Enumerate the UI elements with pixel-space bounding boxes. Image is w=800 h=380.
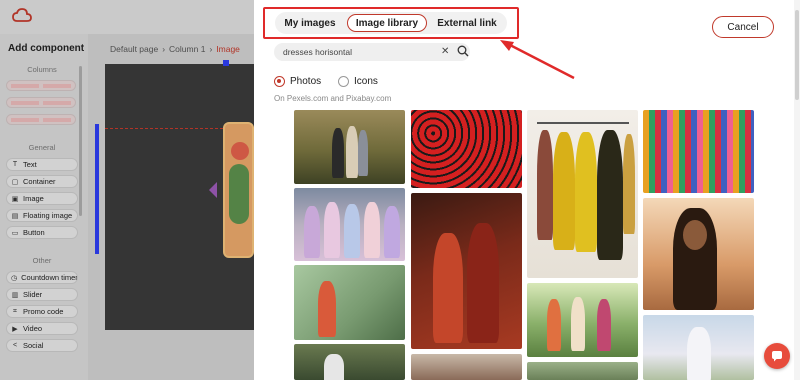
library-image-tile[interactable] <box>294 188 405 261</box>
radio-photos[interactable]: Photos <box>274 76 321 87</box>
radio-icons-label: Icons <box>354 76 378 87</box>
chat-bubble-icon <box>772 351 782 362</box>
chat-support-button[interactable] <box>764 343 790 369</box>
library-image-tile[interactable] <box>643 110 754 193</box>
library-image-tile[interactable] <box>527 283 638 357</box>
library-image-tile[interactable] <box>294 344 405 380</box>
search-icon[interactable] <box>457 45 469 57</box>
library-image-tile[interactable] <box>411 110 522 188</box>
library-image-tile[interactable] <box>643 198 754 310</box>
library-image-tile[interactable] <box>411 193 522 349</box>
annotation-highlight-box <box>263 7 519 39</box>
image-source-note: On Pexels.com and Pixabay.com <box>274 94 392 103</box>
modal-scrollbar[interactable] <box>794 0 800 380</box>
image-search-bar: ✕ <box>274 43 470 61</box>
library-image-tile[interactable] <box>527 362 638 380</box>
search-input[interactable] <box>283 45 433 59</box>
scrollbar-thumb[interactable] <box>795 10 799 100</box>
radio-unselected-icon[interactable] <box>338 76 349 87</box>
library-image-tile[interactable] <box>643 315 754 380</box>
library-image-tile[interactable] <box>294 265 405 340</box>
cancel-button[interactable]: Cancel <box>712 16 774 38</box>
library-image-tile[interactable] <box>527 110 638 278</box>
radio-selected-icon[interactable] <box>274 76 285 87</box>
library-image-tile[interactable] <box>294 110 405 184</box>
radio-photos-label: Photos <box>290 76 322 87</box>
library-image-tile[interactable] <box>411 354 522 380</box>
radio-icons[interactable]: Icons <box>338 76 378 87</box>
clear-search-icon[interactable]: ✕ <box>441 46 449 57</box>
